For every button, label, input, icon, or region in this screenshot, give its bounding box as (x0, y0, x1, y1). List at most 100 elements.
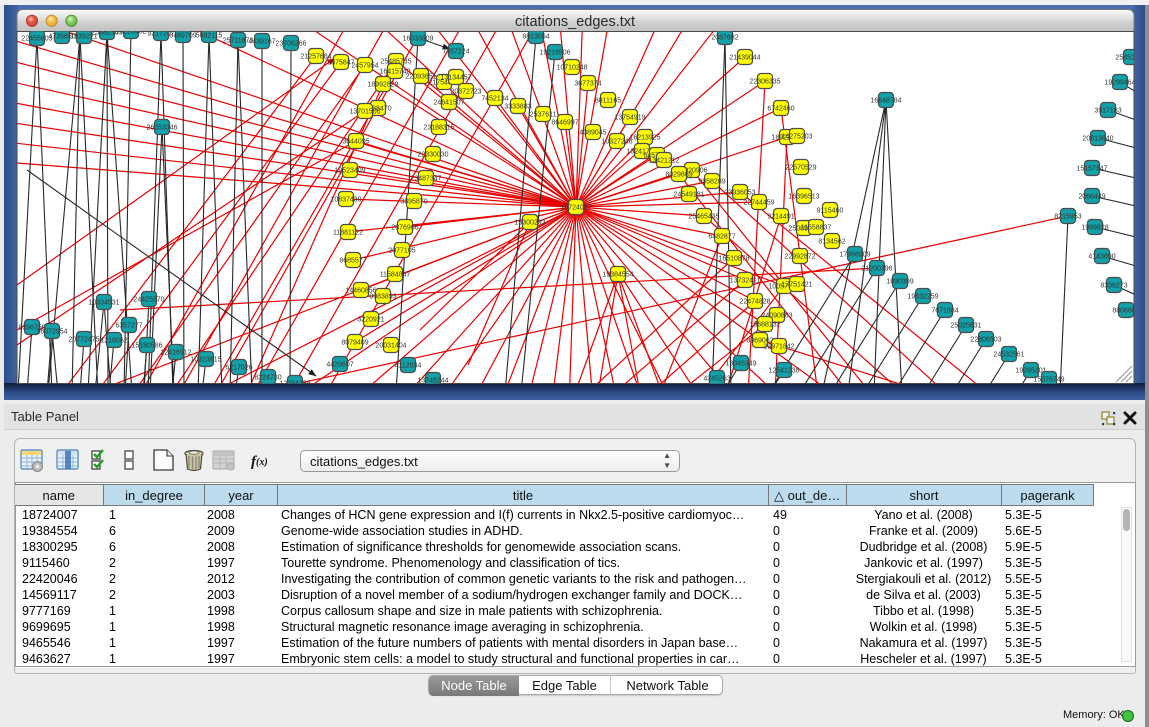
svg-text:citations_edges.txt: citations_edges.txt (515, 14, 635, 30)
svg-text:(x): (x) (256, 457, 268, 468)
svg-text:2087682: 2087682 (711, 35, 738, 42)
svg-text:11881122: 11881122 (333, 230, 363, 237)
svg-text:2077105: 2077105 (388, 248, 415, 255)
svg-text:12541238: 12541238 (768, 368, 799, 375)
svg-text:19523409: 19523409 (334, 168, 365, 175)
svg-text:7671884: 7671884 (931, 308, 958, 315)
svg-text:8215953: 8215953 (1054, 214, 1081, 221)
svg-text:4429607: 4429607 (326, 362, 353, 369)
svg-text:8685577: 8685577 (339, 258, 366, 265)
svg-text:13421212: 13421212 (648, 158, 679, 165)
svg-text:15157347: 15157347 (1076, 166, 1107, 173)
svg-text:22474828: 22474828 (739, 299, 770, 306)
svg-text:19688132: 19688132 (749, 322, 780, 329)
svg-text:16033809: 16033809 (402, 36, 433, 43)
svg-text:17956909: 17956909 (839, 252, 870, 259)
svg-text:15180586: 15180586 (131, 343, 162, 350)
svg-text:8646997: 8646997 (551, 120, 578, 127)
svg-text:18992829: 18992829 (367, 82, 398, 89)
svg-text:4389045: 4389045 (579, 130, 606, 137)
svg-text:8813054: 8813054 (522, 34, 549, 41)
svg-text:20031404: 20031404 (375, 343, 406, 350)
svg-text:9115460: 9115460 (817, 208, 844, 215)
svg-text:23188315: 23188315 (423, 125, 454, 132)
svg-text:24425670: 24425670 (133, 297, 164, 304)
svg-text:6217026: 6217026 (225, 365, 252, 372)
svg-text:8079409: 8079409 (341, 340, 368, 347)
svg-text:16510878: 16510878 (718, 256, 749, 263)
svg-text:3917183: 3917183 (1094, 108, 1121, 115)
svg-text:24532561: 24532561 (993, 352, 1024, 359)
svg-text:13045349: 13045349 (725, 361, 756, 368)
svg-text:21200396: 21200396 (861, 266, 892, 273)
svg-text:2876966: 2876966 (391, 225, 418, 232)
svg-text:5682115: 5682115 (196, 33, 223, 40)
svg-text:10334531: 10334531 (88, 300, 119, 307)
svg-text:16396513: 16396513 (788, 194, 819, 201)
svg-text:9958289: 9958289 (698, 179, 725, 186)
svg-text:9214491: 9214491 (767, 214, 794, 221)
svg-text:1218062: 1218062 (100, 338, 127, 345)
svg-text:18724007: 18724007 (560, 205, 591, 212)
svg-text:13134457: 13134457 (440, 75, 471, 82)
svg-text:7452134: 7452134 (481, 96, 508, 103)
svg-text:3395870: 3395870 (400, 199, 427, 206)
svg-text:8336273: 8336273 (1100, 283, 1127, 290)
svg-text:20813640: 20813640 (1082, 136, 1113, 143)
svg-text:4112034: 4112034 (395, 363, 422, 370)
svg-text:10837430: 10837430 (330, 197, 361, 204)
svg-text:24549181: 24549181 (673, 192, 704, 199)
svg-text:19832259: 19832259 (907, 294, 938, 301)
svg-text:19384554: 19384554 (602, 272, 633, 279)
svg-text:4245263: 4245263 (703, 376, 730, 383)
svg-text:16072954: 16072954 (36, 329, 67, 336)
svg-text:2457954: 2457954 (351, 63, 378, 70)
svg-text:2066449: 2066449 (1078, 194, 1105, 201)
svg-text:23487347: 23487347 (410, 176, 441, 183)
svg-text:4439167: 4439167 (248, 39, 275, 46)
svg-text:14275203: 14275203 (781, 134, 812, 141)
svg-text:25025631: 25025631 (950, 323, 981, 330)
svg-text:8134562: 8134562 (818, 239, 845, 246)
svg-text:15300293: 15300293 (514, 220, 545, 227)
svg-text:20772475: 20772475 (68, 337, 99, 344)
svg-text:3644095: 3644095 (342, 139, 369, 146)
svg-text:2537611: 2537611 (530, 112, 557, 119)
svg-text:25465435: 25465435 (688, 214, 719, 221)
svg-text:3220921: 3220921 (357, 317, 384, 324)
svg-text:13732411: 13732411 (730, 278, 761, 285)
svg-text:7357224: 7357224 (442, 49, 469, 56)
svg-text:10327246: 10327246 (601, 139, 632, 146)
svg-text:10710248: 10710248 (556, 65, 587, 72)
svg-text:22992872: 22992872 (784, 254, 815, 261)
svg-text:21439044: 21439044 (729, 55, 760, 62)
svg-text:8224730: 8224730 (254, 375, 281, 382)
svg-text:23971842: 23971842 (763, 344, 794, 351)
svg-text:17751421: 17751421 (781, 282, 812, 289)
svg-text:8811165: 8811165 (595, 98, 621, 105)
svg-text:13754919: 13754919 (614, 115, 645, 122)
svg-text:10323815: 10323815 (190, 357, 221, 364)
svg-text:23936053: 23936053 (724, 190, 755, 197)
svg-text:16648784: 16648784 (870, 98, 901, 105)
svg-text:26053346: 26053346 (146, 125, 177, 132)
svg-text:22306335: 22306335 (749, 79, 780, 86)
svg-text:22806503: 22806503 (970, 337, 1001, 344)
svg-text:3677374: 3677374 (574, 81, 601, 88)
svg-text:22744459: 22744459 (743, 200, 774, 207)
svg-text:6357277: 6357277 (115, 323, 142, 330)
svg-text:3333883: 3333883 (504, 104, 531, 111)
svg-text:8489709: 8489709 (169, 33, 196, 40)
svg-text:23706266: 23706266 (275, 41, 306, 48)
svg-text:12416912: 12416912 (160, 350, 191, 357)
svg-text:22330030: 22330030 (417, 152, 448, 159)
svg-text:22570529: 22570529 (785, 165, 816, 172)
svg-text:6742460: 6742460 (767, 106, 794, 113)
svg-text:16213925: 16213925 (629, 135, 660, 142)
svg-text:11558837: 11558837 (801, 225, 832, 232)
svg-text:6482877: 6482877 (708, 234, 735, 241)
svg-text:13701506: 13701506 (349, 109, 380, 116)
svg-text:19299464: 19299464 (1104, 80, 1135, 87)
svg-text:19218506: 19218506 (539, 50, 570, 57)
svg-text:11584847: 11584847 (380, 272, 411, 279)
